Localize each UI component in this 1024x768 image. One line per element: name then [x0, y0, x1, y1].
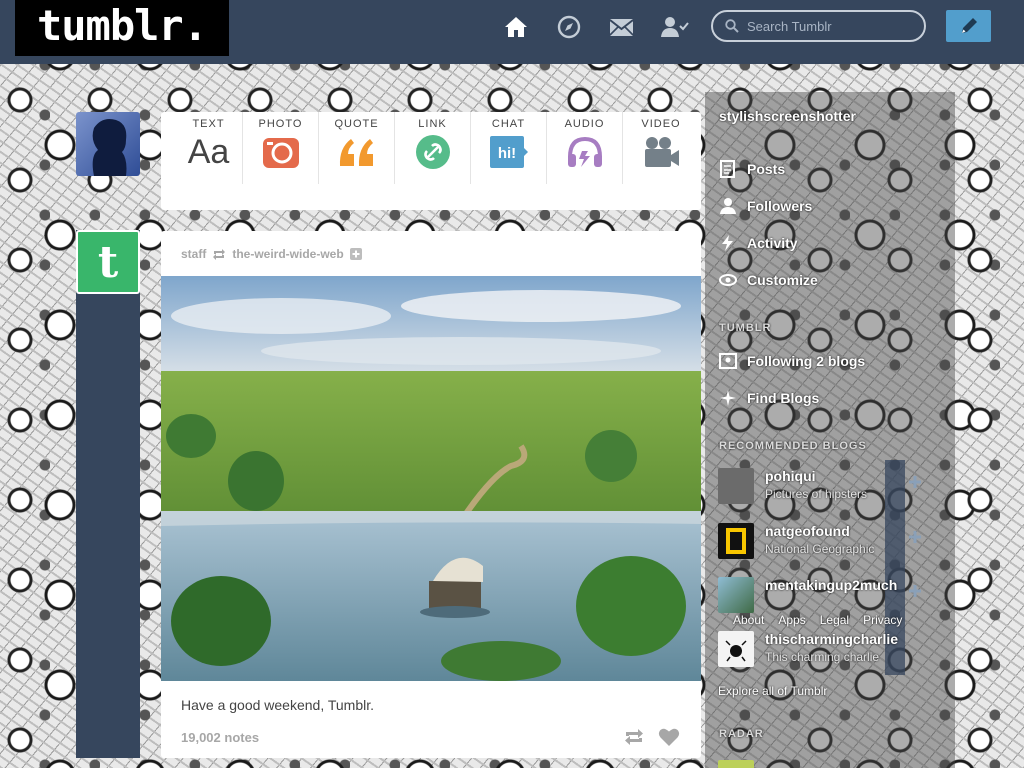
recommended-blog[interactable]: natgeofound National Geographic	[718, 519, 953, 563]
post-type-video[interactable]: VIDEO	[623, 112, 699, 184]
sidebar-item-customize[interactable]: Customize	[719, 268, 944, 292]
heart-icon[interactable]	[657, 725, 681, 749]
notes-count[interactable]: 19,002 notes	[181, 730, 259, 745]
account-icon[interactable]	[658, 10, 692, 44]
blog-avatar[interactable]	[718, 631, 754, 667]
pencil-icon	[961, 18, 977, 33]
text-icon: Aa	[187, 132, 230, 171]
recommended-blog[interactable]: pohiqui Pictures of hipsters	[718, 464, 953, 508]
post-type-label: QUOTE	[334, 118, 379, 130]
recommended-blog[interactable]: thischarmingcharlie This charming charli…	[718, 627, 953, 671]
find-blogs-icon	[720, 390, 736, 406]
explore-all-link[interactable]: Explore all of Tumblr	[718, 684, 827, 698]
blog-description: Pictures of hipsters	[765, 487, 868, 501]
post-type-photo[interactable]: PHOTO	[243, 112, 319, 184]
sidebar-item-following[interactable]: Following 2 blogs	[719, 349, 944, 373]
post-type-label: CHAT	[491, 118, 526, 130]
sidebar-item-posts[interactable]: Posts	[719, 157, 944, 181]
customize-icon	[719, 274, 737, 286]
post-type-chat[interactable]: CHAT hi!	[471, 112, 547, 184]
blog-name-link[interactable]: pohiqui	[765, 468, 816, 484]
post-author-link[interactable]: staff	[181, 247, 206, 261]
blog-name-link[interactable]: natgeofound	[765, 523, 850, 539]
post-type-bar: TEXT Aa PHOTO QUOTE LINK CHAT hi! AUDIO …	[161, 112, 701, 210]
post-type-link[interactable]: LINK	[395, 112, 471, 184]
user-avatar[interactable]	[76, 112, 140, 176]
post-avatar-rail	[76, 230, 140, 758]
right-sidebar: stylishscreenshotter Posts Followers Act…	[705, 92, 955, 768]
footer-link-legal[interactable]: Legal	[820, 613, 849, 627]
radar-avatar[interactable]	[718, 760, 754, 768]
post-type-text[interactable]: TEXT Aa	[161, 112, 243, 184]
blog-name-link[interactable]: mentakingup2much	[765, 577, 897, 593]
link-icon	[415, 134, 451, 170]
dashboard-post: staff the-weird-wide-web Have a good wee…	[161, 231, 701, 758]
compose-button[interactable]	[946, 10, 991, 42]
post-type-label: PHOTO	[258, 118, 303, 130]
quote-icon	[337, 134, 377, 170]
home-icon[interactable]	[499, 10, 533, 44]
radar-heading: RADAR	[719, 728, 764, 740]
follow-plus-icon[interactable]	[905, 581, 925, 601]
sidebar-item-label: Activity	[747, 235, 798, 251]
footer-link-apps[interactable]: Apps	[778, 613, 805, 627]
search-field[interactable]	[711, 10, 926, 42]
blog-name-link[interactable]: thischarmingcharlie	[765, 631, 898, 647]
footer-link-about[interactable]: About	[733, 613, 764, 627]
follow-plus-icon[interactable]	[905, 472, 925, 492]
followers-icon	[720, 198, 736, 214]
section-heading: TUMBLR	[719, 322, 772, 334]
post-type-quote[interactable]: QUOTE	[319, 112, 395, 184]
video-camera-icon	[642, 134, 680, 170]
blog-description: National Geographic	[765, 542, 875, 556]
reblog-small-icon	[213, 248, 226, 260]
explore-icon[interactable]	[552, 10, 586, 44]
sidebar-item-label: Customize	[747, 272, 818, 288]
inbox-icon[interactable]	[604, 10, 638, 44]
post-type-label: TEXT	[192, 118, 225, 130]
follow-plus-icon[interactable]	[905, 527, 925, 547]
posts-icon	[720, 160, 735, 178]
blog-name[interactable]: stylishscreenshotter	[719, 108, 856, 124]
sidebar-footer-links: About Apps Legal Privacy	[733, 613, 902, 627]
chat-icon: hi!	[489, 134, 529, 170]
svg-text:hi!: hi!	[497, 145, 515, 162]
blog-avatar[interactable]	[718, 577, 754, 613]
post-type-audio[interactable]: AUDIO	[547, 112, 623, 184]
top-navigation-bar: tumblr.	[0, 0, 1024, 64]
headphones-icon	[566, 134, 604, 170]
post-photo[interactable]	[161, 276, 701, 681]
post-type-label: AUDIO	[564, 118, 605, 130]
post-header: staff the-weird-wide-web	[181, 246, 362, 262]
sidebar-item-label: Following 2 blogs	[747, 353, 866, 369]
post-type-label: VIDEO	[641, 118, 681, 130]
post-caption: Have a good weekend, Tumblr.	[181, 697, 375, 713]
sidebar-item-label: Posts	[747, 161, 786, 177]
blog-avatar[interactable]	[718, 468, 754, 504]
reblog-icon[interactable]	[622, 725, 646, 749]
sidebar-item-followers[interactable]: Followers	[719, 194, 944, 218]
sidebar-item-label: Followers	[747, 198, 813, 214]
blog-avatar[interactable]	[718, 523, 754, 559]
blog-description: This charming charlie	[765, 650, 880, 664]
sidebar-item-find-blogs[interactable]: Find Blogs	[719, 386, 944, 410]
tumblr-logo[interactable]: tumblr.	[15, 0, 229, 56]
recommended-blog[interactable]: mentakingup2much	[718, 573, 953, 617]
sidebar-item-label: Find Blogs	[747, 390, 820, 406]
footer-link-privacy[interactable]: Privacy	[863, 613, 902, 627]
staff-avatar[interactable]: t	[76, 230, 140, 294]
post-type-label: LINK	[418, 118, 447, 130]
search-icon	[725, 19, 739, 33]
camera-icon	[262, 134, 300, 170]
reblog-source-link[interactable]: the-weird-wide-web	[232, 247, 343, 261]
sidebar-item-activity[interactable]: Activity	[719, 231, 944, 255]
follow-plus-icon[interactable]	[349, 248, 362, 260]
activity-icon	[722, 235, 733, 251]
recommended-blogs-heading: RECOMMENDED BLOGS	[719, 440, 867, 452]
search-input[interactable]	[747, 18, 917, 34]
following-icon	[719, 353, 737, 369]
